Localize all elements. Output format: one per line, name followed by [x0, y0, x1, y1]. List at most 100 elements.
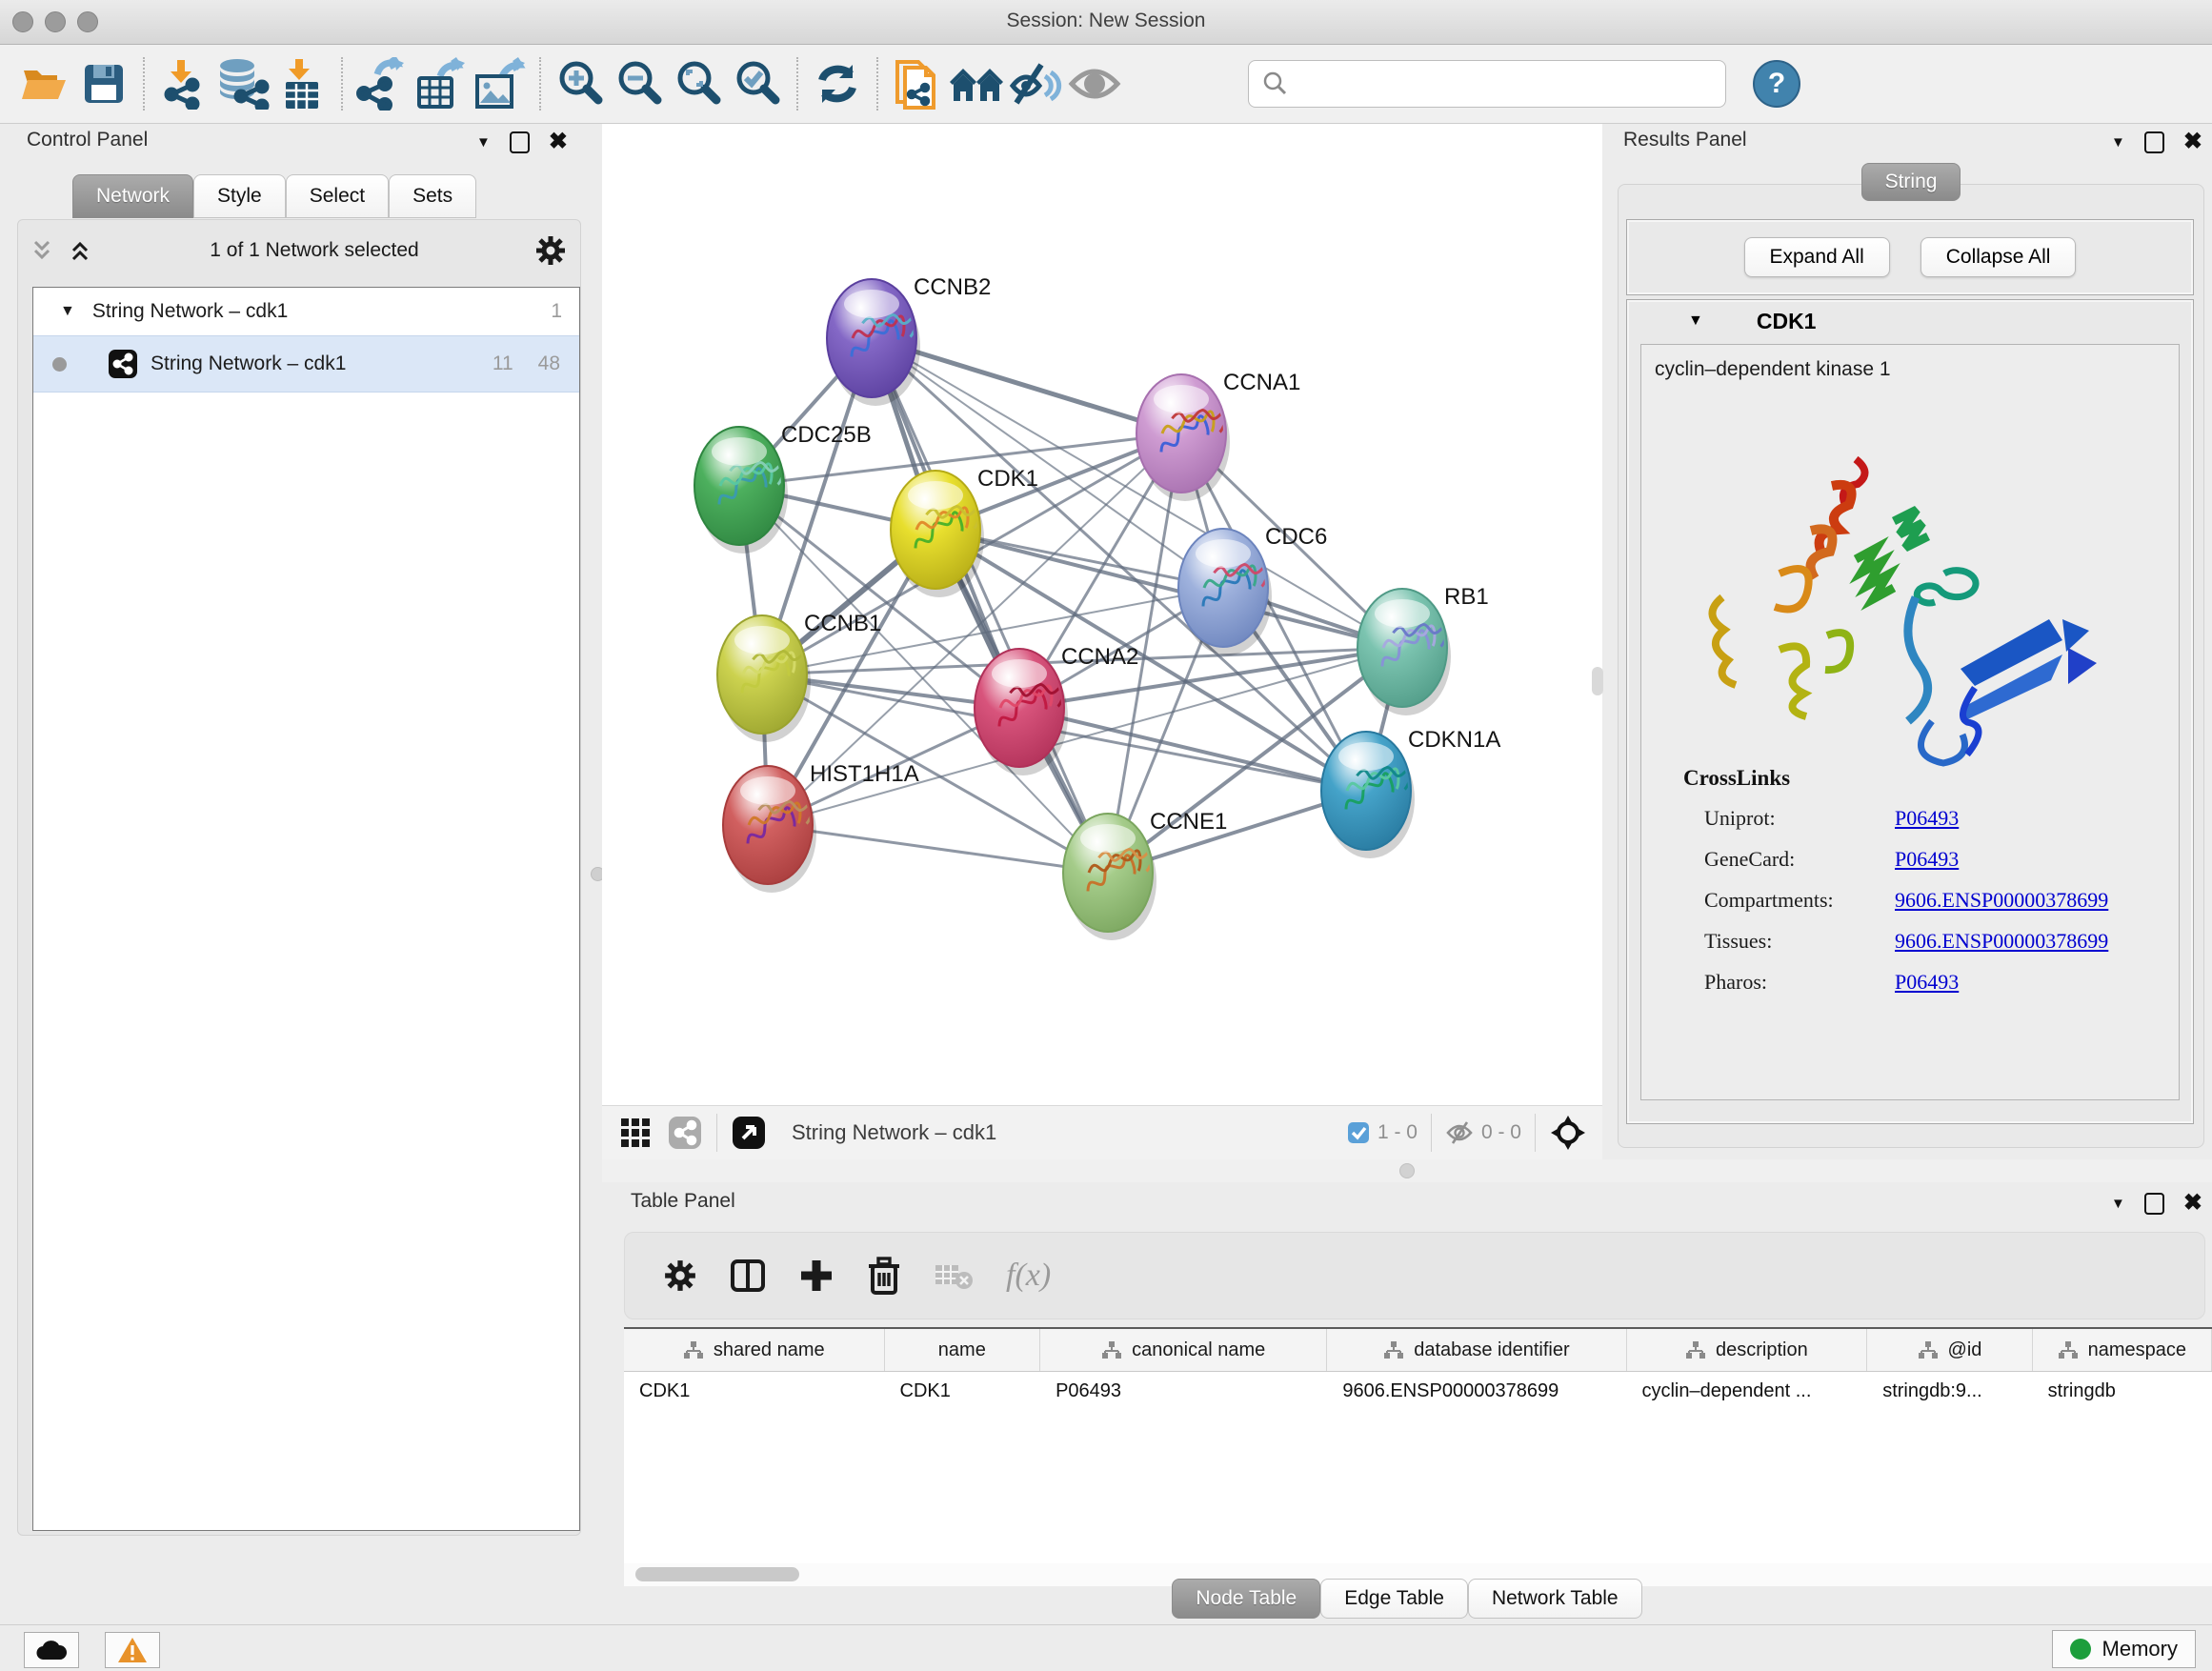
crosslink-link[interactable]: P06493 — [1895, 806, 1959, 831]
gear-icon[interactable] — [534, 234, 567, 267]
network-node-CCNB1[interactable] — [717, 615, 811, 742]
help-button[interactable]: ? — [1753, 60, 1800, 108]
tab-node-table[interactable]: Node Table — [1172, 1579, 1320, 1619]
function-builder-icon[interactable]: f(x) — [1006, 1258, 1051, 1294]
tab-style[interactable]: Style — [193, 174, 286, 218]
birds-eye-grid-icon[interactable] — [619, 1117, 652, 1149]
network-node-CCNE1[interactable] — [1063, 814, 1156, 940]
column-header-namespace[interactable]: namespace — [2033, 1329, 2212, 1371]
network-node-CDKN1A[interactable] — [1321, 732, 1415, 858]
open-session-button[interactable] — [15, 54, 74, 113]
network-scrollbar-thumb[interactable] — [1592, 667, 1603, 695]
network-view-share-icon[interactable] — [667, 1115, 703, 1151]
warning-status-button[interactable] — [105, 1632, 160, 1668]
panel-menu-button[interactable]: ▼ — [2111, 134, 2125, 151]
crosslink-link[interactable]: P06493 — [1895, 970, 1959, 995]
table-cell[interactable]: stringdb:9... — [1867, 1380, 2032, 1402]
import-network-from-database-button[interactable] — [213, 54, 272, 113]
network-node-CCNA1[interactable] — [1136, 374, 1230, 501]
checkbox-icon[interactable] — [1347, 1121, 1370, 1144]
node-label: RB1 — [1444, 584, 1489, 610]
gene-section-header[interactable]: ▼ CDK1 — [1627, 300, 2193, 342]
panel-menu-button[interactable]: ▼ — [2111, 1196, 2125, 1212]
network-collection-row[interactable]: ▼ String Network – cdk1 1 — [33, 288, 579, 335]
save-session-button[interactable] — [74, 54, 133, 113]
float-panel-button[interactable] — [2144, 1193, 2164, 1215]
import-table-button[interactable] — [272, 54, 332, 113]
expand-all-button[interactable]: Expand All — [1744, 237, 1890, 277]
table-cell[interactable]: stringdb — [2033, 1380, 2212, 1402]
add-column-icon[interactable] — [798, 1258, 835, 1294]
column-header-database-identifier[interactable]: database identifier — [1327, 1329, 1626, 1371]
control-panel-title: Control Panel — [27, 129, 148, 151]
table-cell[interactable]: CDK1 — [885, 1380, 1041, 1402]
fit-selection-crosshair-icon[interactable] — [1549, 1114, 1587, 1152]
close-panel-button[interactable]: ✖ — [2183, 131, 2202, 153]
hide-panels-button[interactable] — [1006, 54, 1065, 113]
zoom-fit-button[interactable] — [669, 54, 728, 113]
network-view-title: String Network – cdk1 — [792, 1120, 996, 1145]
split-columns-icon[interactable] — [730, 1258, 766, 1294]
network-row[interactable]: String Network – cdk1 11 48 — [33, 335, 579, 393]
home-layout-button[interactable] — [947, 54, 1006, 113]
table-cell[interactable]: cyclin–dependent ... — [1626, 1380, 1867, 1402]
network-node-CCNB2[interactable] — [827, 279, 920, 406]
network-node-CDK1[interactable] — [891, 471, 984, 597]
tab-network-table[interactable]: Network Table — [1468, 1579, 1642, 1619]
network-node-HIST1H1A[interactable] — [723, 766, 816, 893]
expand-all-icon[interactable] — [66, 236, 94, 265]
open-in-window-icon[interactable] — [731, 1115, 767, 1151]
horizontal-splitter[interactable] — [602, 1159, 2212, 1182]
zoom-in-button[interactable] — [551, 54, 610, 113]
export-network-button[interactable] — [352, 54, 412, 113]
table-cell[interactable]: 9606.ENSP00000378699 — [1327, 1380, 1626, 1402]
crosslink-link[interactable]: 9606.ENSP00000378699 — [1895, 929, 2108, 954]
collapse-triangle-icon[interactable]: ▼ — [1688, 312, 1703, 330]
show-panels-button[interactable] — [1065, 54, 1124, 113]
copy-style-button[interactable] — [888, 54, 947, 113]
memory-button[interactable]: Memory — [2052, 1630, 2196, 1668]
column-header--id[interactable]: @id — [1867, 1329, 2032, 1371]
tab-sets[interactable]: Sets — [389, 174, 476, 218]
gear-icon[interactable] — [663, 1258, 697, 1293]
tab-network[interactable]: Network — [72, 174, 193, 218]
table-row[interactable]: CDK1CDK1P064939606.ENSP00000378699cyclin… — [624, 1372, 2212, 1410]
export-table-button[interactable] — [412, 54, 471, 113]
network-node-CCNA2[interactable] — [975, 649, 1068, 775]
panel-menu-button[interactable]: ▼ — [476, 134, 491, 151]
clear-table-icon[interactable] — [934, 1259, 974, 1292]
network-node-CDC6[interactable] — [1178, 529, 1272, 655]
search-input[interactable] — [1289, 73, 1725, 95]
column-header-description[interactable]: description — [1627, 1329, 1868, 1371]
network-node-RB1[interactable] — [1357, 589, 1451, 715]
delete-trash-icon[interactable] — [867, 1257, 901, 1295]
zoom-selected-button[interactable] — [728, 54, 787, 113]
collapse-triangle-icon[interactable]: ▼ — [60, 303, 75, 320]
close-panel-button[interactable]: ✖ — [549, 131, 568, 153]
tab-select[interactable]: Select — [286, 174, 389, 218]
float-panel-button[interactable] — [2144, 131, 2164, 153]
search-field[interactable] — [1248, 60, 1726, 108]
close-panel-button[interactable]: ✖ — [2183, 1192, 2202, 1215]
column-header-shared-name[interactable]: shared name — [624, 1329, 885, 1371]
table-cell[interactable]: CDK1 — [624, 1380, 885, 1402]
tab-string[interactable]: String — [1861, 163, 1961, 201]
table-cell[interactable]: P06493 — [1040, 1380, 1327, 1402]
column-header-canonical-name[interactable]: canonical name — [1040, 1329, 1327, 1371]
node-label: CDK1 — [977, 466, 1038, 492]
crosslink-link[interactable]: P06493 — [1895, 847, 1959, 872]
float-panel-button[interactable] — [510, 131, 530, 153]
column-header-name[interactable]: name — [885, 1329, 1041, 1371]
collapse-all-button[interactable]: Collapse All — [1920, 237, 2077, 277]
collapse-all-icon[interactable] — [28, 236, 56, 265]
network-canvas[interactable]: CCNB2CCNA1CDC25BCDK1CDC6RB1CCNB1CCNA2CDK… — [602, 124, 1602, 1105]
network-edges[interactable] — [739, 338, 1402, 873]
export-image-button[interactable] — [471, 54, 530, 113]
crosslink-link[interactable]: 9606.ENSP00000378699 — [1895, 888, 2108, 913]
control-panel: Control Panel ▼ ✖ NetworkStyleSelectSets… — [10, 125, 589, 1536]
import-network-button[interactable] — [154, 54, 213, 113]
tab-edge-table[interactable]: Edge Table — [1320, 1579, 1468, 1619]
refresh-view-button[interactable] — [808, 54, 867, 113]
zoom-out-button[interactable] — [610, 54, 669, 113]
cloud-status-button[interactable] — [24, 1632, 79, 1668]
